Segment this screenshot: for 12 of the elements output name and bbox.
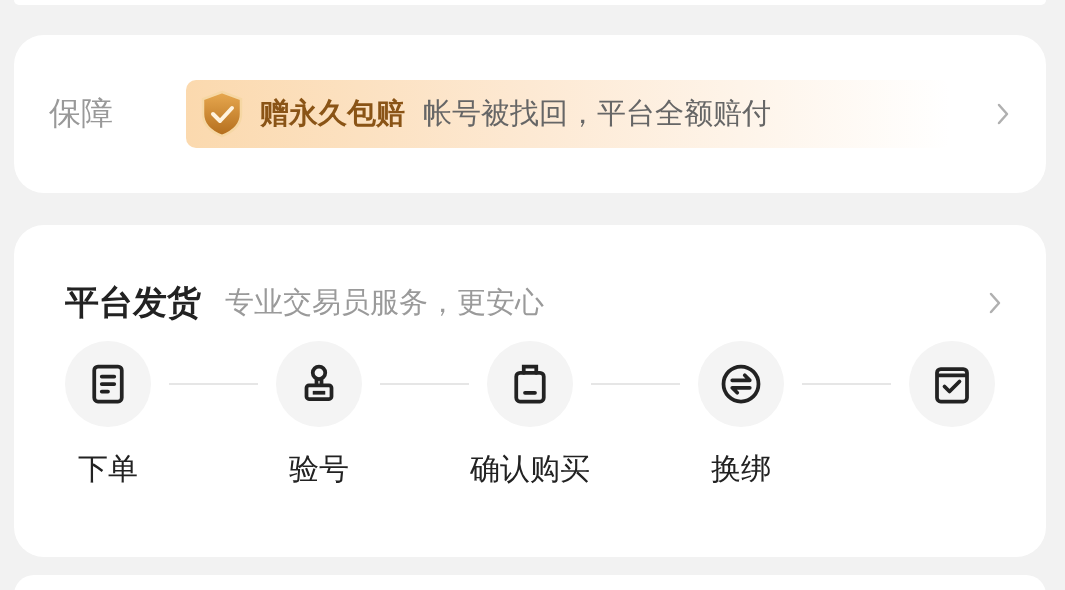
step-label: 验号 <box>289 450 349 488</box>
delivery-title: 平台发货 <box>65 281 201 324</box>
chevron-right-icon[interactable] <box>996 102 1010 126</box>
step-label: 确认购买 <box>470 450 590 488</box>
guarantee-highlight: 赠永久包赔 <box>260 95 405 132</box>
delivery-subtitle: 专业交易员服务，更安心 <box>225 284 544 321</box>
step-label: 下单 <box>78 450 138 488</box>
guarantee-text: 帐号被找回，平台全额赔付 <box>423 95 771 132</box>
step-label: 换绑 <box>711 450 771 488</box>
shield-check-icon <box>200 90 244 138</box>
chevron-right-icon[interactable] <box>988 291 1002 315</box>
guarantee-label: 保障 <box>49 93 114 134</box>
